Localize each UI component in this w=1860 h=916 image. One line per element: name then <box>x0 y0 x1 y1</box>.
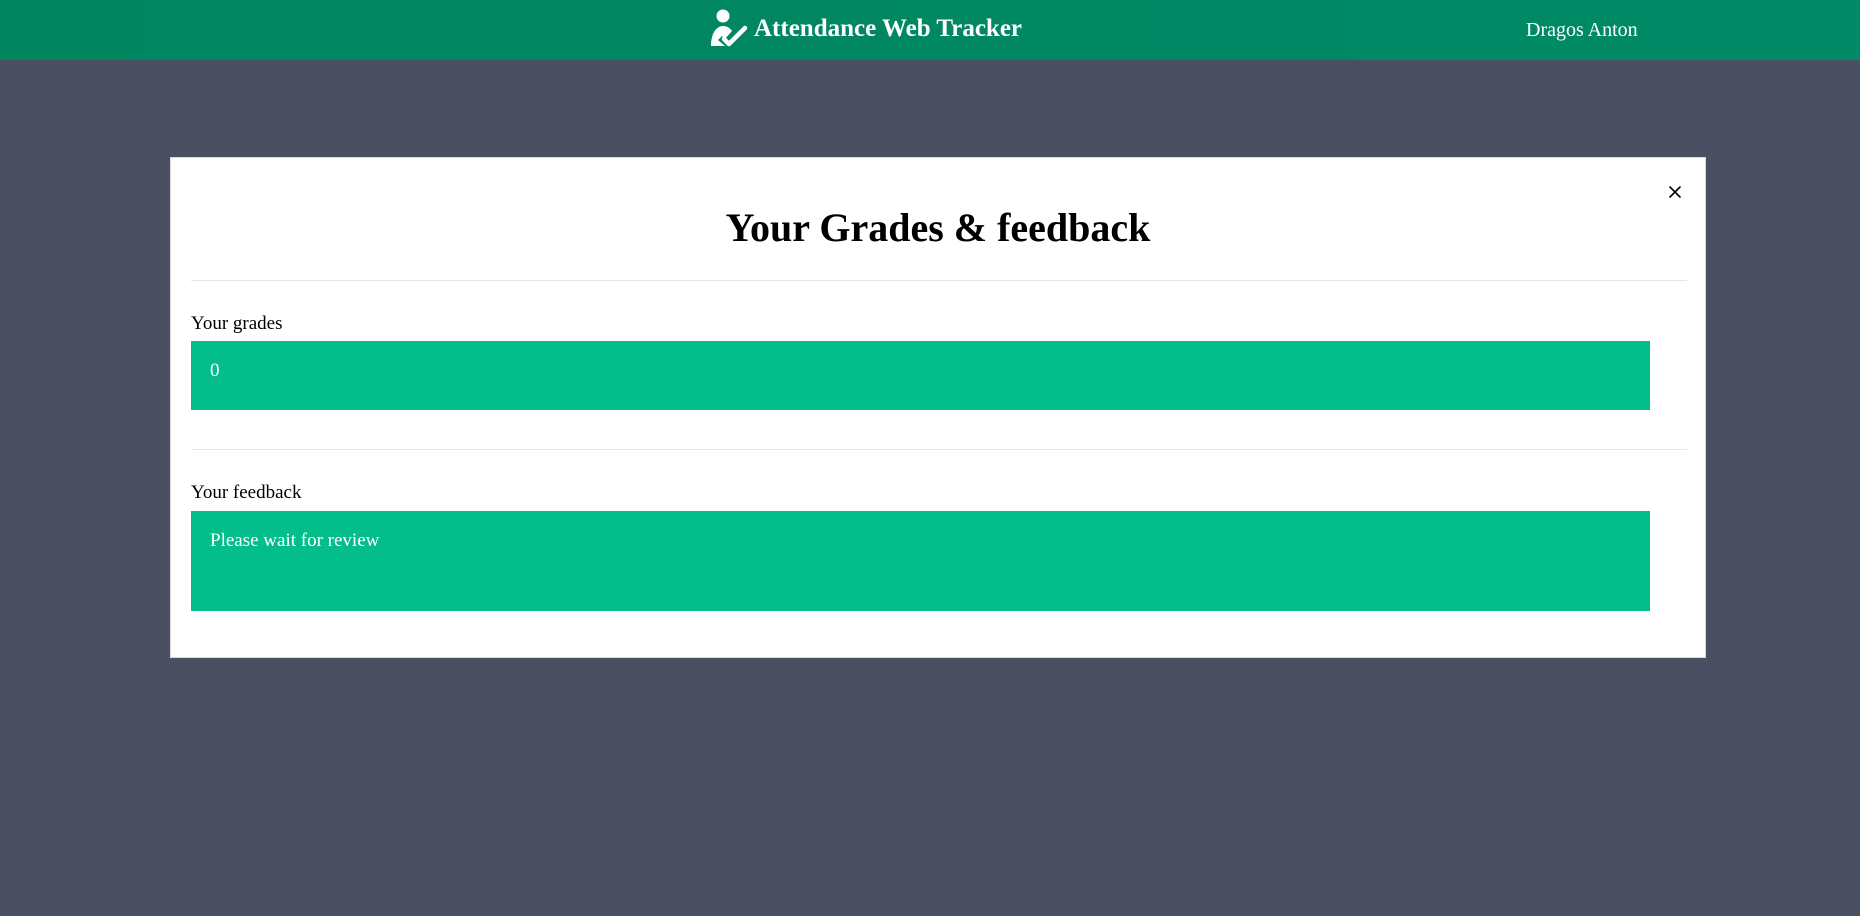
divider <box>191 280 1687 281</box>
grades-feedback-modal: Your Grades & feedback Your grades 0 You… <box>170 157 1706 658</box>
close-button[interactable] <box>1663 180 1687 204</box>
feedback-label: Your feedback <box>191 482 302 503</box>
modal-title: Your Grades & feedback <box>725 205 1151 250</box>
close-icon <box>1668 185 1682 199</box>
grades-value: 0 <box>191 341 1650 410</box>
feedback-value: Please wait for review <box>191 511 1650 611</box>
brand[interactable]: Attendance Web Tracker <box>708 6 1022 50</box>
top-navbar: Attendance Web Tracker Dragos Anton <box>0 0 1860 60</box>
user-check-icon <box>708 8 748 48</box>
app-title: Attendance Web Tracker <box>754 14 1023 42</box>
grades-label: Your grades <box>191 313 283 334</box>
divider <box>191 449 1687 450</box>
user-menu[interactable]: Dragos Anton <box>1526 18 1638 42</box>
